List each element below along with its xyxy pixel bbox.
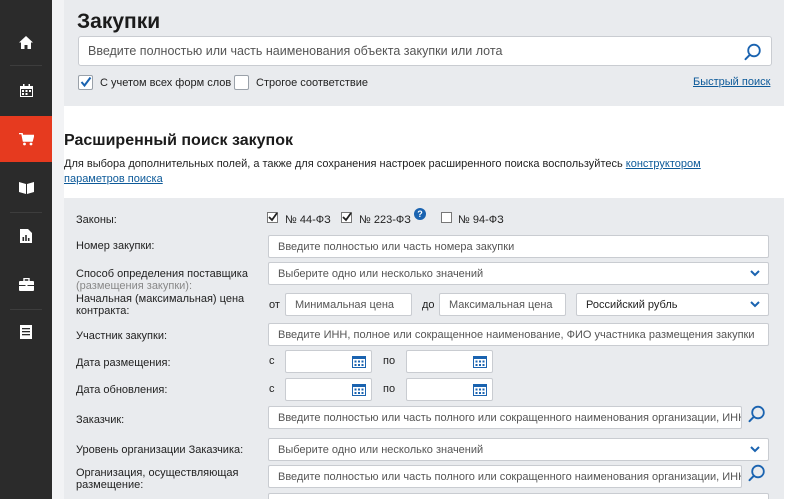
check-icon: [268, 212, 278, 222]
chevron-down-icon: [750, 270, 760, 277]
supplier-method-label: Способ определения поставщика: [76, 268, 248, 280]
chevron-down-icon: [750, 301, 760, 308]
currency-value: Российский рубль: [586, 299, 678, 311]
advanced-search-desc: Для выбора дополнительных полей, а также…: [64, 157, 764, 187]
currency-select[interactable]: Российский рубль: [576, 293, 769, 316]
search-box[interactable]: [78, 36, 772, 66]
price-max-input[interactable]: [440, 294, 565, 315]
customer-level-label: Уровень организации Заказчика:: [76, 444, 244, 456]
participant-label: Участник закупки:: [76, 330, 168, 342]
date-updated-to-field[interactable]: [406, 378, 493, 401]
supplier-method-sublabel: (размещения закупки):: [76, 280, 193, 292]
strict-match-checkbox[interactable]: [234, 75, 249, 90]
help-icon[interactable]: ?: [414, 208, 426, 220]
advanced-search-title: Расширенный поиск закупок: [64, 132, 293, 149]
word-forms-label: С учетом всех форм слов: [100, 77, 232, 89]
price-min-input[interactable]: [286, 294, 411, 315]
price-from-label: от: [269, 299, 280, 311]
customer-input[interactable]: [269, 407, 741, 428]
organizer-input[interactable]: [269, 466, 741, 487]
price-label: Начальная (максимальная) цена контракта:: [76, 293, 245, 317]
quick-search-link[interactable]: Быстрый поиск: [693, 76, 770, 88]
sidebar-item-business[interactable]: [0, 261, 52, 307]
sidebar-item-reports[interactable]: [0, 213, 52, 259]
sidebar-rail: [52, 0, 64, 499]
cart-icon: [18, 132, 34, 145]
strict-match-label: Строгое соответствие: [256, 77, 368, 89]
check-icon: [80, 76, 92, 88]
customer-label: Заказчик:: [76, 414, 125, 426]
next-row-field[interactable]: [268, 493, 769, 499]
date-placed-from-field[interactable]: [285, 350, 372, 373]
supplier-method-select[interactable]: Выберите одно или несколько значений: [268, 262, 769, 285]
law-223-label: № 223-ФЗ: [359, 214, 411, 226]
law-94-checkbox[interactable]: [441, 212, 452, 223]
desc-text: Для выбора дополнительных полей, а также…: [64, 158, 626, 170]
price-to-label: до: [422, 299, 435, 311]
organizer-search-icon[interactable]: [748, 464, 766, 482]
date-placed-to-field[interactable]: [406, 350, 493, 373]
search-input[interactable]: [88, 37, 728, 65]
calendar-icon[interactable]: [352, 382, 366, 396]
sidebar-item-calendar[interactable]: [0, 67, 52, 113]
organizer-field[interactable]: [268, 465, 742, 488]
sidebar-item-docs[interactable]: [0, 309, 52, 355]
date-updated-label: Дата обновления:: [76, 384, 168, 396]
law-94-label: № 94-ФЗ: [458, 214, 504, 226]
calendar-icon[interactable]: [473, 382, 487, 396]
calendar-icon[interactable]: [473, 354, 487, 368]
participant-field[interactable]: [268, 323, 769, 346]
check-icon: [342, 212, 352, 222]
purchase-number-label: Номер закупки:: [76, 240, 155, 252]
date-placed-from-label: с: [269, 355, 275, 367]
sidebar-item-purchases[interactable]: [0, 116, 52, 162]
briefcase-icon: [18, 277, 34, 291]
date-placed-to-label: по: [383, 355, 396, 367]
date-placed-label: Дата размещения:: [76, 357, 171, 369]
customer-search-icon[interactable]: [748, 405, 766, 423]
price-min-field[interactable]: [285, 293, 412, 316]
laws-label: Законы:: [76, 214, 117, 226]
search-icon[interactable]: [744, 43, 762, 61]
participant-input[interactable]: [269, 324, 768, 345]
purchase-number-input[interactable]: [269, 236, 768, 257]
purchase-number-field[interactable]: [268, 235, 769, 258]
law-44-checkbox[interactable]: [267, 212, 278, 223]
sidebar-item-library[interactable]: [0, 164, 52, 210]
chevron-down-icon: [750, 446, 760, 453]
home-icon: [19, 35, 33, 49]
law-44-label: № 44-ФЗ: [285, 214, 331, 226]
book-icon: [18, 181, 34, 194]
document-icon: [20, 325, 32, 339]
page-title: Закупки: [77, 10, 161, 33]
calendar-icon[interactable]: [352, 354, 366, 368]
quick-search-panel: Закупки С учетом всех форм слов Строгое …: [64, 0, 784, 106]
date-updated-from-label: с: [269, 383, 275, 395]
sidebar: [0, 0, 52, 499]
report-icon: [20, 229, 32, 243]
date-updated-from-field[interactable]: [285, 378, 372, 401]
customer-level-select[interactable]: Выберите одно или несколько значений: [268, 438, 769, 461]
date-updated-to-label: по: [383, 383, 396, 395]
organizer-label: Организация, осуществляющая размещение:: [76, 467, 239, 491]
customer-field[interactable]: [268, 406, 742, 429]
customer-level-value: Выберите одно или несколько значений: [278, 444, 484, 456]
law-223-checkbox[interactable]: [341, 212, 352, 223]
supplier-method-value: Выберите одно или несколько значений: [278, 268, 484, 280]
calendar-icon: [19, 83, 33, 97]
word-forms-checkbox[interactable]: [78, 75, 93, 90]
sidebar-item-home[interactable]: [0, 19, 52, 65]
price-max-field[interactable]: [439, 293, 566, 316]
